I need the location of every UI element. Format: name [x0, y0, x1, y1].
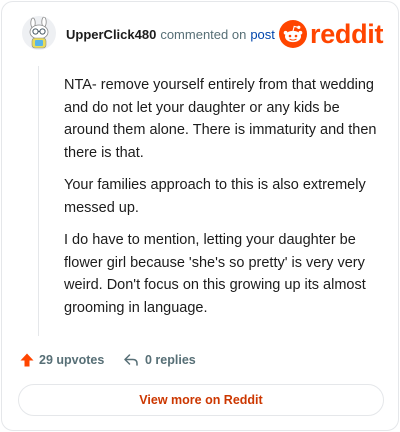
view-more-button[interactable]: View more on Reddit [18, 384, 384, 416]
user-avatar[interactable] [22, 16, 56, 50]
comment-paragraph: I do have to mention, letting your daugh… [64, 232, 366, 316]
comment-byline: UpperClick480 commented on post [66, 27, 275, 43]
reply-button[interactable]: 0 replies [123, 352, 196, 368]
reddit-wordmark: reddit [310, 19, 384, 49]
comment-paragraph: NTA- remove yourself entirely from that … [64, 77, 377, 161]
comment-body: NTA- remove yourself entirely from that … [64, 74, 384, 329]
post-link[interactable]: post [250, 27, 275, 42]
comment-header: UpperClick480 commented on post reddit [2, 2, 400, 64]
comment-paragraph: Your families approach to this is also e… [64, 177, 366, 216]
upvote-button[interactable]: 29 upvotes [19, 352, 104, 368]
snoo-avatar-icon [22, 16, 56, 50]
embedded-comment-card: UpperClick480 commented on post reddit NTA… [1, 1, 399, 431]
reply-arrow-icon [124, 354, 138, 366]
comment-actions: 29 upvotes 0 replies [2, 348, 400, 372]
upvote-count: 29 upvotes [39, 353, 105, 367]
reddit-snoo-icon [279, 20, 307, 48]
username-link[interactable]: UpperClick480 [66, 27, 156, 42]
reply-count: 0 replies [145, 353, 196, 367]
commented-on-text: commented on [160, 27, 247, 42]
reddit-logo[interactable]: reddit [279, 19, 384, 49]
upvote-arrow-icon [20, 353, 34, 367]
thread-line [38, 66, 39, 336]
